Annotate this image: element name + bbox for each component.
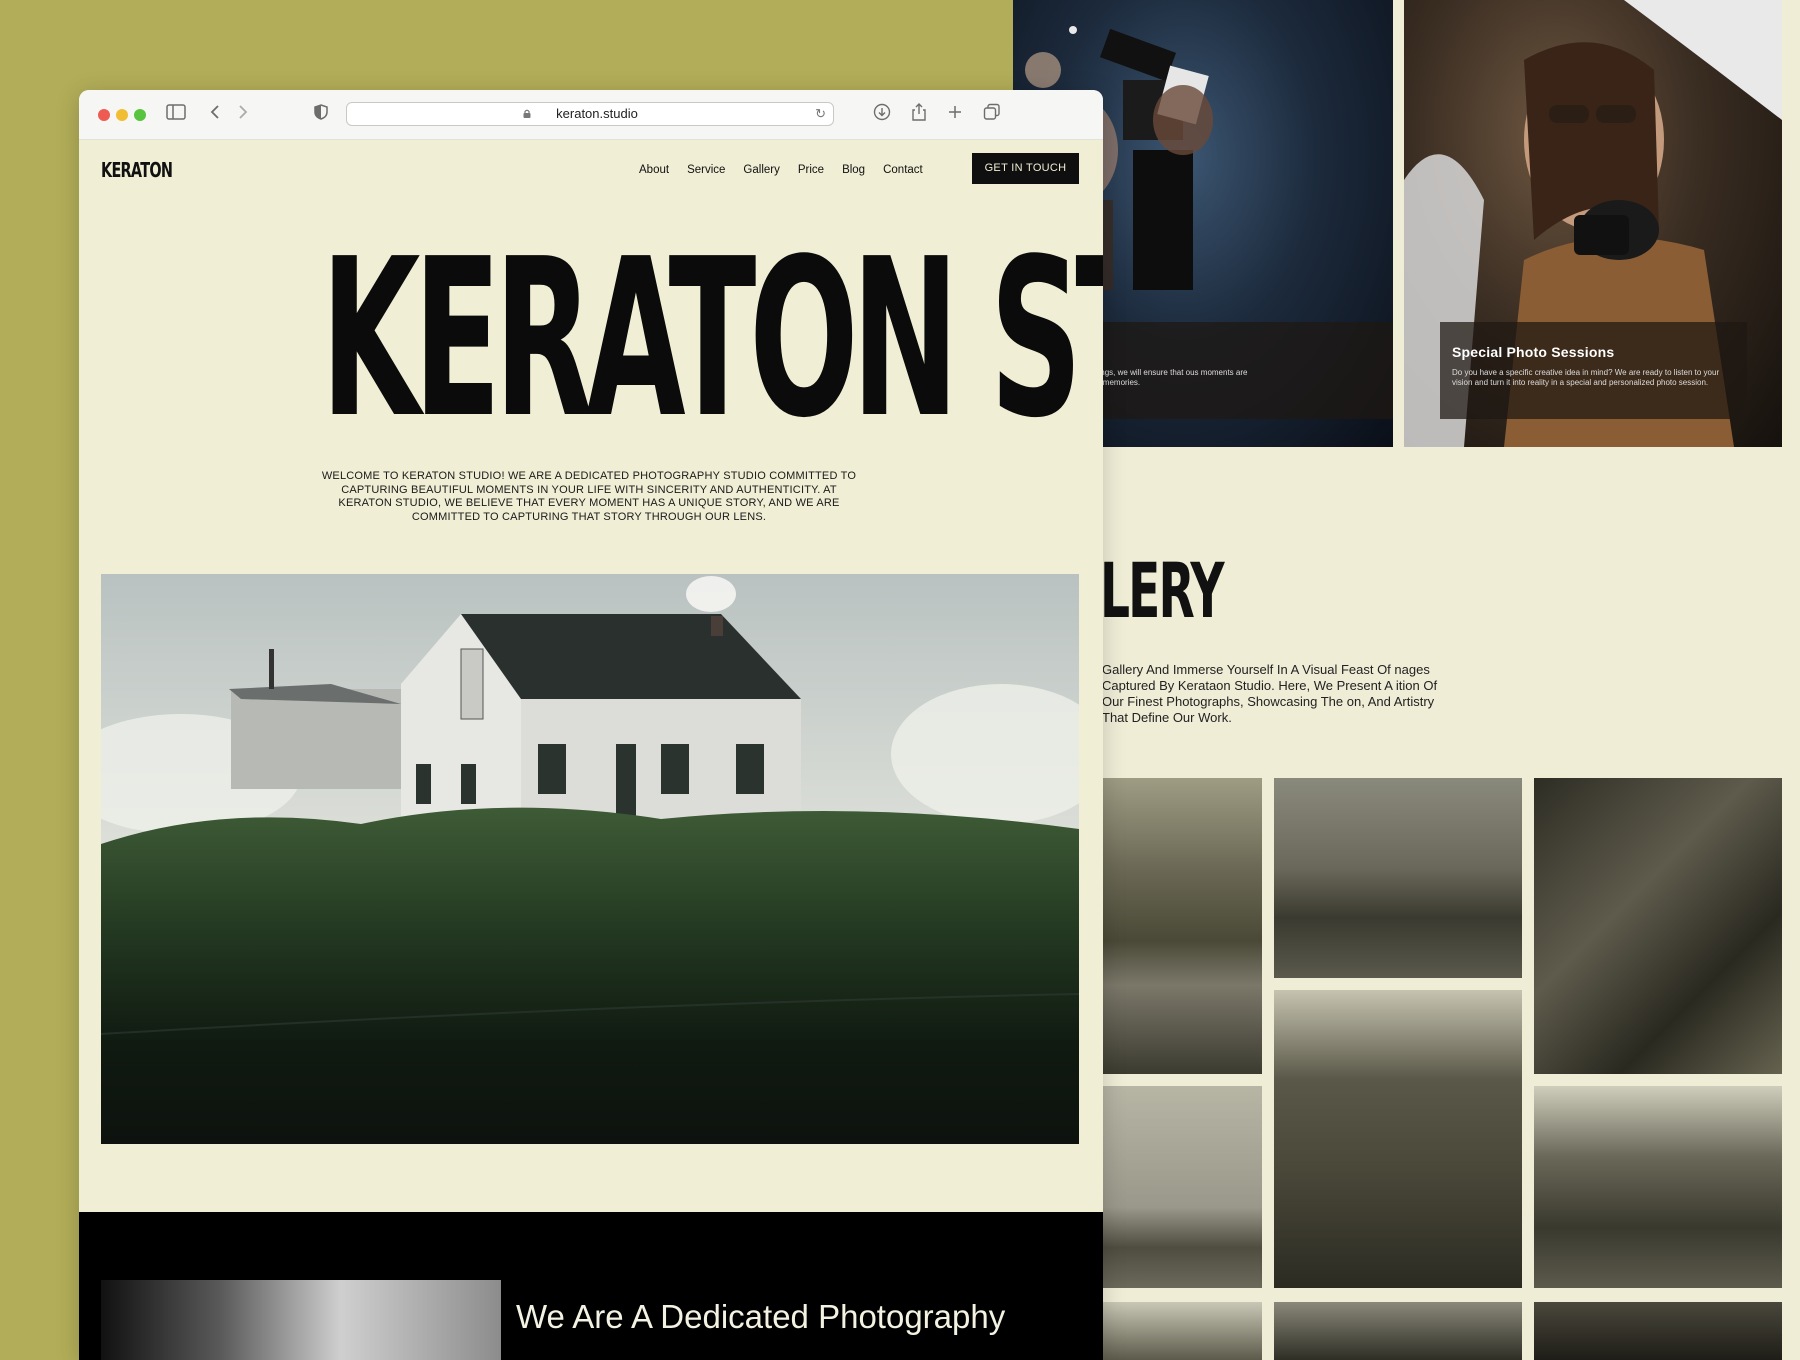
forward-arrow-icon[interactable]: [235, 103, 251, 125]
back-arrow-icon[interactable]: [207, 103, 223, 125]
card-title: Special Photo Sessions: [1452, 344, 1615, 360]
portrait-photo: [101, 1280, 501, 1360]
tab-overview-icon[interactable]: [982, 103, 1002, 125]
gallery-photo-forest[interactable]: [1534, 1302, 1782, 1360]
close-window-button[interactable]: [98, 109, 110, 121]
zoom-window-button[interactable]: [134, 109, 146, 121]
share-icon[interactable]: [909, 103, 929, 125]
about-heading: We Are A Dedicated Photography: [516, 1298, 1006, 1335]
service-card-special-sessions[interactable]: Special Photo Sessions Do you have a spe…: [1404, 0, 1782, 447]
gallery-photo-palace[interactable]: [1274, 778, 1522, 978]
url-text: keraton.studio: [556, 106, 638, 121]
nav-blog[interactable]: Blog: [842, 164, 865, 176]
about-section: We Are A Dedicated Photography: [79, 1212, 1103, 1360]
shield-icon[interactable]: [312, 103, 330, 125]
hero-intro-text: WELCOME TO KERATON STUDIO! WE ARE A DEDI…: [321, 470, 857, 523]
gallery-photo-coast[interactable]: [1102, 778, 1262, 1074]
minimize-window-button[interactable]: [116, 109, 128, 121]
nav-about[interactable]: About: [639, 164, 669, 176]
gallery-photo-city-street[interactable]: [1534, 1086, 1782, 1288]
nav-contact[interactable]: Contact: [883, 164, 923, 176]
sidebar-toggle-icon[interactable]: [165, 103, 187, 125]
card-caption: Special Photo Sessions Do you have a spe…: [1440, 322, 1747, 419]
hero-title: KERATON STUDIO: [320, 213, 1103, 466]
gallery-photo-skyline[interactable]: [1274, 1302, 1522, 1360]
lock-icon: [523, 109, 531, 118]
gallery-photo-beach-figure[interactable]: [1102, 1086, 1262, 1288]
gallery-heading: LERY: [1100, 546, 1224, 635]
gallery-photo-mountain[interactable]: [1102, 1302, 1262, 1360]
card-description: Do you have a specific creative idea in …: [1452, 368, 1720, 387]
gallery-description: Gallery And Immerse Yourself In A Visual…: [1102, 662, 1438, 725]
nav-price[interactable]: Price: [798, 164, 824, 176]
site-logo[interactable]: KERATON: [101, 158, 173, 182]
reload-icon[interactable]: ↻: [815, 103, 826, 125]
nav-service[interactable]: Service: [687, 164, 725, 176]
hero-house-photo: [101, 574, 1079, 1144]
main-nav: About Service Gallery Price Blog Contact: [639, 164, 923, 176]
browser-toolbar: keraton.studio ↻: [79, 90, 1103, 140]
gallery-photo-waterfall-climber[interactable]: [1534, 778, 1782, 1074]
get-in-touch-button[interactable]: GET IN TOUCH: [972, 153, 1079, 184]
nav-gallery[interactable]: Gallery: [743, 164, 779, 176]
new-tab-icon[interactable]: [945, 103, 965, 125]
download-icon[interactable]: [872, 103, 892, 125]
website-content: KERATON About Service Gallery Price Blog…: [79, 140, 1103, 1360]
browser-window: keraton.studio ↻ KERATON About Service G…: [79, 90, 1103, 1360]
address-bar[interactable]: keraton.studio ↻: [346, 102, 834, 126]
gallery-photo-brick-street[interactable]: [1274, 990, 1522, 1288]
